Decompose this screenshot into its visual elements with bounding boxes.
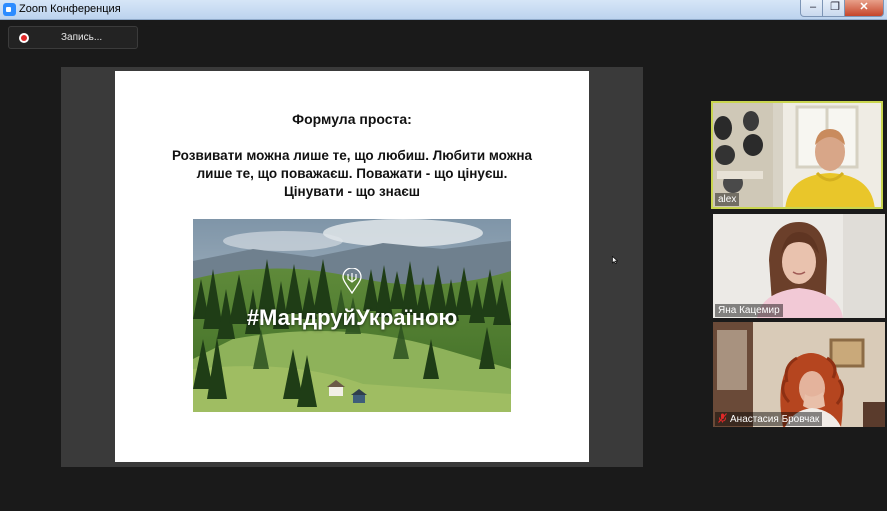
slide-quote-line: Цінувати - що знаєш <box>283 184 421 199</box>
participant-video-anastasia[interactable]: Анастасия Бровчак <box>713 322 885 427</box>
slide-quote: Розвивати можна лише те, що любиш. Любит… <box>155 147 549 201</box>
carpathian-landscape-photo: #МандруйУкраїною <box>193 219 511 412</box>
trident-pin-icon <box>342 268 362 294</box>
window-titlebar: Zoom Конференция – ❐ ✕ <box>0 0 887 20</box>
slide-quote-line: лише те, що поважаєш. Поважати - що ціну… <box>196 166 508 181</box>
participant-video-alex[interactable]: alex <box>711 101 883 209</box>
shared-screen: Формула проста: Розвивати можна лише те,… <box>61 67 643 467</box>
close-button[interactable]: ✕ <box>844 0 884 17</box>
meeting-area: Запись... Формула проста: Розвивати можн… <box>0 20 887 511</box>
participant-name-text: Анастасия Бровчак <box>730 414 820 425</box>
presentation-slide: Формула проста: Розвивати можна лише те,… <box>115 71 589 462</box>
muted-mic-icon <box>718 413 727 423</box>
record-icon <box>19 33 29 43</box>
record-button-label: Запись... <box>61 32 103 43</box>
window-title: Zoom Конференция <box>19 3 121 15</box>
slide-heading: Формула проста: <box>292 111 412 127</box>
mouse-cursor-icon <box>612 256 618 264</box>
participant-video-feed <box>713 214 885 318</box>
slide-quote-line: Розвивати можна лише те, що любиш. Любит… <box>172 148 532 163</box>
participant-name-label: alex <box>715 193 740 206</box>
slide-image-hashtag: #МандруйУкраїною <box>246 305 458 330</box>
record-button[interactable]: Запись... <box>8 26 138 49</box>
participant-video-yana[interactable]: Яна Кацемир <box>713 214 885 318</box>
zoom-app-icon <box>3 3 16 16</box>
participant-name-label: Яна Кацемир <box>715 304 783 317</box>
participant-name-label: Анастасия Бровчак <box>715 412 823 426</box>
